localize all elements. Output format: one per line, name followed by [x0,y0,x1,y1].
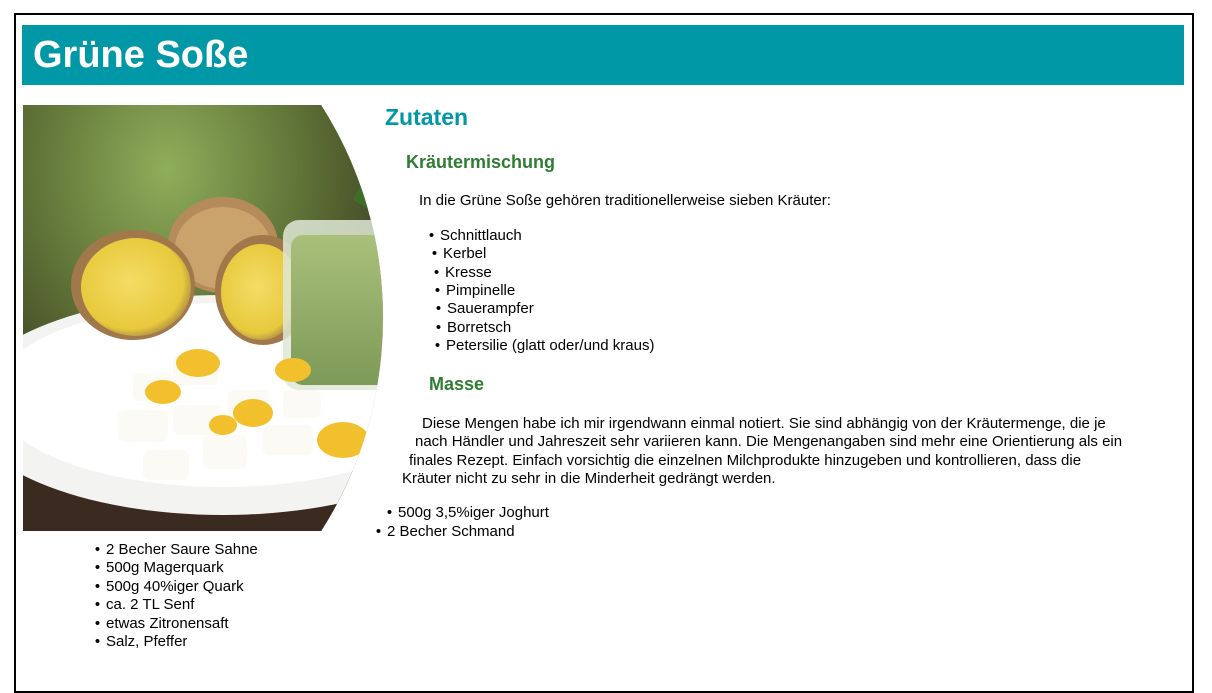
list-item: Salz, Pfeffer [92,633,187,651]
mass-text-line: nach Händler und Jahreszeit sehr variier… [415,433,1123,450]
list-item: 500g 3,5%iger Joghurt [384,504,549,522]
herb-mix-heading: Kräutermischung [406,152,556,172]
list-item: Petersilie (glatt oder/und kraus) [432,337,654,355]
list-item: 500g Magerquark [92,559,224,577]
list-item: 2 Becher Schmand [373,523,515,541]
mass-text-line: Diese Mengen habe ich mir irgendwann ein… [422,415,1106,432]
title-bar: Grüne Soße [22,25,1184,85]
list-item: ca. 2 TL Senf [92,596,194,614]
list-item: etwas Zitronensaft [92,615,229,633]
ingredients-heading: Zutaten [385,104,469,130]
list-item: Schnittlauch [426,227,522,245]
mass-text-line: finales Rezept. Einfach vorsichtig die e… [409,452,1082,469]
recipe-photo [23,105,383,531]
page-title: Grüne Soße [33,34,249,76]
list-item: Pimpinelle [432,282,515,300]
mass-heading: Masse [429,374,485,394]
list-item: Sauerampfer [433,300,534,318]
list-item: 2 Becher Saure Sahne [92,541,258,559]
list-item: Kresse [431,264,492,282]
herb-intro-text: In die Grüne Soße gehören traditioneller… [419,192,831,209]
list-item: 500g 40%iger Quark [92,578,244,596]
list-item: Borretsch [433,319,511,337]
mass-text-line: Kräuter nicht zu sehr in die Minderheit … [402,470,776,487]
list-item: Kerbel [429,245,486,263]
